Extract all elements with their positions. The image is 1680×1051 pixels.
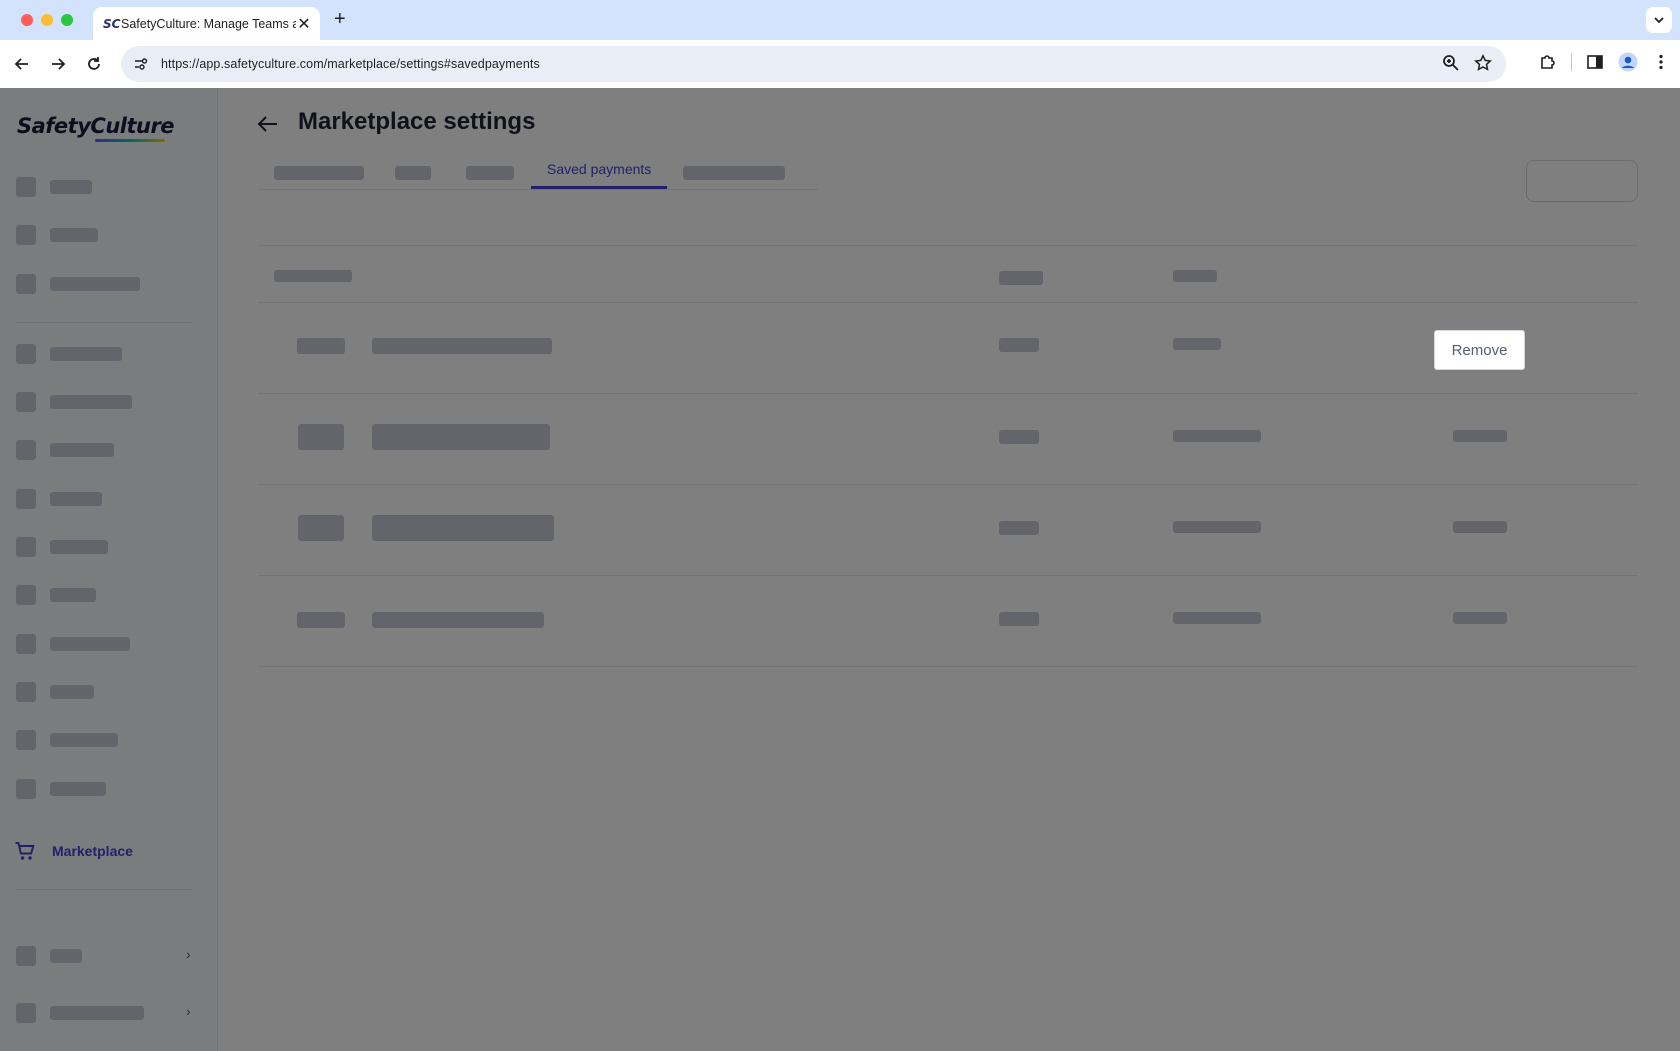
zoom-icon[interactable]: [1442, 54, 1460, 72]
extensions-puzzle-icon[interactable]: [1539, 53, 1557, 71]
tab-search-button[interactable]: [1646, 7, 1672, 33]
site-info-icon[interactable]: [133, 56, 161, 72]
arrow-left-icon: [14, 58, 28, 70]
new-tab-button[interactable]: +: [334, 8, 346, 31]
url-text: https://app.safetyculture.com/marketplac…: [161, 57, 540, 71]
tab-close-icon[interactable]: ✕: [296, 14, 312, 34]
close-window-button[interactable]: [21, 14, 33, 26]
toolbar-separator: [1571, 53, 1572, 71]
reload-button[interactable]: [82, 52, 106, 76]
browser-toolbar: https://app.safetyculture.com/marketplac…: [0, 40, 1680, 88]
arrow-right-icon: [52, 58, 66, 70]
side-panel-icon[interactable]: [1586, 53, 1604, 71]
dim-overlay: [0, 88, 1680, 1051]
safetyculture-favicon-icon: SC: [103, 16, 121, 31]
profile-avatar-icon[interactable]: [1618, 52, 1638, 72]
remove-button[interactable]: Remove: [1434, 330, 1525, 370]
chevron-down-icon: [1654, 17, 1664, 24]
reload-icon: [88, 57, 100, 70]
maximize-window-button[interactable]: [61, 14, 73, 26]
address-bar[interactable]: https://app.safetyculture.com/marketplac…: [121, 46, 1506, 82]
back-button[interactable]: [10, 52, 34, 76]
kebab-menu-icon[interactable]: [1652, 53, 1670, 71]
browser-tab[interactable]: SC SafetyCulture: Manage Teams and... ✕: [93, 7, 320, 40]
minimize-window-button[interactable]: [41, 14, 53, 26]
browser-tab-bar: SC SafetyCulture: Manage Teams and... ✕ …: [0, 0, 1680, 40]
tab-title: SafetyCulture: Manage Teams and...: [121, 16, 296, 31]
bookmark-star-icon[interactable]: [1474, 54, 1492, 72]
forward-button[interactable]: [46, 52, 70, 76]
